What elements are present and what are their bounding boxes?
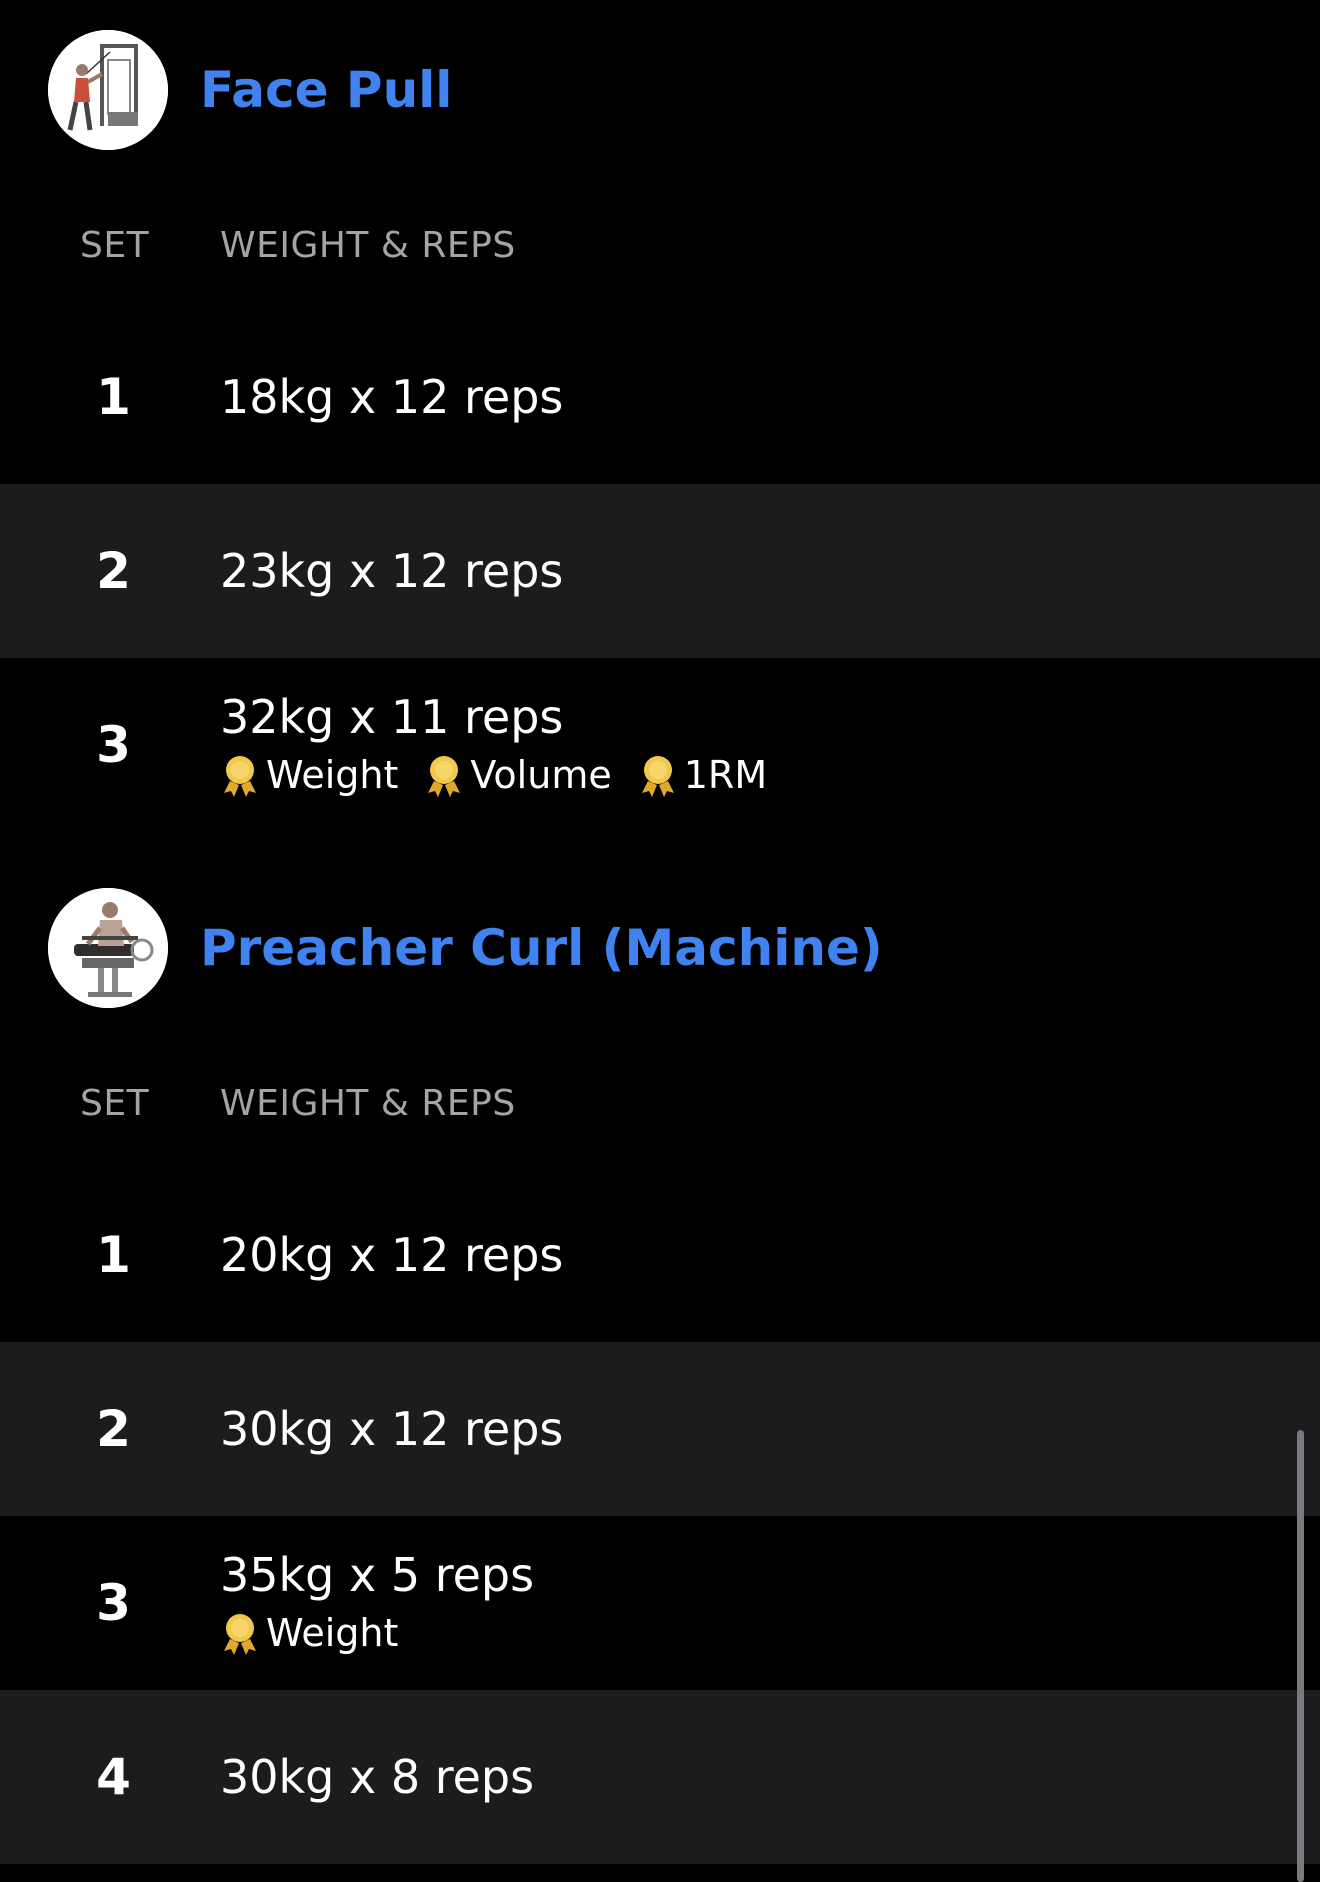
medal-icon <box>224 1614 256 1655</box>
set-column-label: SET <box>80 225 150 266</box>
record-weight: Weight <box>220 751 398 799</box>
set-row: 1 18kg x 12 reps <box>0 310 1320 484</box>
set-weight-reps: 23kg x 12 reps <box>220 544 564 598</box>
set-number: 1 <box>96 1226 131 1284</box>
set-weight-reps: 32kg x 11 reps <box>220 690 564 744</box>
set-number: 2 <box>96 1400 131 1458</box>
set-number: 4 <box>96 1748 131 1806</box>
personal-records: Weight <box>220 1607 534 1659</box>
set-weight-reps: 30kg x 8 reps <box>220 1750 535 1804</box>
set-weight-reps: 30kg x 12 reps <box>220 1402 564 1456</box>
exercise-header[interactable]: Preacher Curl (Machine) <box>0 858 1320 1038</box>
set-number: 3 <box>96 1574 131 1632</box>
sets-column-header: SET WEIGHT & REPS <box>0 180 1320 310</box>
set-weight-reps: 35kg x 5 reps <box>220 1548 535 1602</box>
exercise-header[interactable]: Face Pull <box>0 0 1320 180</box>
exercise-face-pull: Face Pull SET WEIGHT & REPS 1 18kg x 12 … <box>0 0 1320 832</box>
set-weight-reps: 18kg x 12 reps <box>220 370 564 424</box>
set-row: 4 30kg x 8 reps <box>0 1690 1320 1864</box>
record-label: 1RM <box>683 753 768 797</box>
record-label: Volume <box>470 753 612 797</box>
weight-reps-column-label: WEIGHT & REPS <box>220 1083 516 1124</box>
medal-icon <box>428 756 461 797</box>
medal-icon <box>641 756 674 797</box>
record-weight: Weight <box>220 1609 398 1657</box>
set-row: 1 20kg x 12 reps <box>0 1168 1320 1342</box>
exercise-preacher-curl: Preacher Curl (Machine) SET WEIGHT & REP… <box>0 858 1320 1864</box>
face-pull-thumbnail-icon[interactable] <box>48 30 168 150</box>
exercise-title[interactable]: Face Pull <box>200 58 452 122</box>
record-volume: Volume <box>424 751 612 799</box>
set-row: 3 35kg x 5 reps Weight <box>0 1516 1320 1690</box>
medal-icon <box>224 756 256 797</box>
set-number: 1 <box>96 368 131 426</box>
set-weight-reps: 20kg x 12 reps <box>220 1228 564 1282</box>
record-1rm: 1RM <box>638 751 767 799</box>
set-number: 2 <box>96 542 131 600</box>
scrollbar[interactable] <box>1297 1430 1304 1882</box>
personal-records: Weight Volume 1RM <box>220 749 793 801</box>
set-row: 3 32kg x 11 reps Weight Volume 1RM <box>0 658 1320 832</box>
sets-column-header: SET WEIGHT & REPS <box>0 1038 1320 1168</box>
weight-reps-column-label: WEIGHT & REPS <box>220 225 516 266</box>
set-column-label: SET <box>80 1083 150 1124</box>
preacher-curl-thumbnail-icon[interactable] <box>48 888 168 1008</box>
record-label: Weight <box>266 1611 399 1655</box>
exercise-title[interactable]: Preacher Curl (Machine) <box>200 916 883 980</box>
set-row: 2 30kg x 12 reps <box>0 1342 1320 1516</box>
record-label: Weight <box>266 753 399 797</box>
set-number: 3 <box>96 716 131 774</box>
set-row: 2 23kg x 12 reps <box>0 484 1320 658</box>
